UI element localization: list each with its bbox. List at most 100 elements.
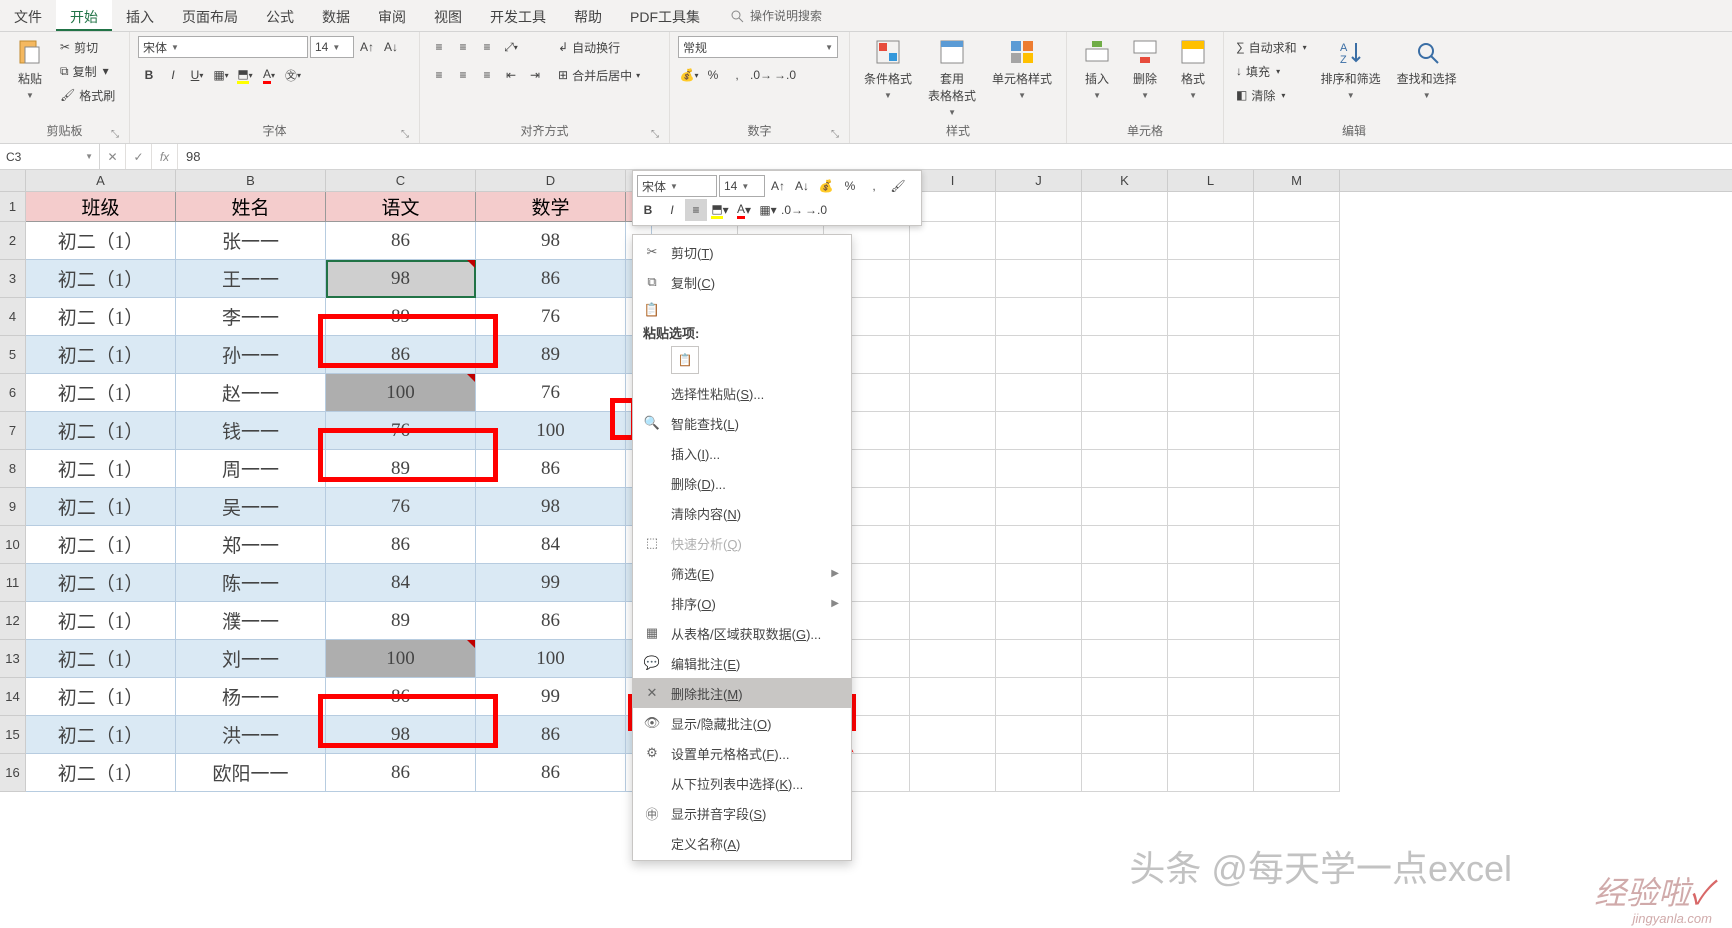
cell-style-button[interactable]: 单元格样式▼ bbox=[986, 36, 1058, 102]
table-cell[interactable]: 86 bbox=[326, 754, 476, 792]
orientation-icon[interactable]: ⤢▾ bbox=[500, 36, 522, 58]
table-cell[interactable]: 86 bbox=[476, 754, 626, 792]
align-left-icon[interactable]: ≡ bbox=[428, 64, 450, 86]
tab-开始[interactable]: 开始 bbox=[56, 0, 112, 31]
align-center-icon[interactable]: ≡ bbox=[452, 64, 474, 86]
mini-inc-dec-icon[interactable]: .0→ bbox=[781, 199, 803, 221]
table-cell[interactable]: 89 bbox=[326, 298, 476, 336]
table-cell[interactable]: 76 bbox=[326, 412, 476, 450]
table-cell[interactable]: 89 bbox=[476, 336, 626, 374]
tab-文件[interactable]: 文件 bbox=[0, 0, 56, 31]
mini-font-select[interactable]: 宋体▼ bbox=[637, 175, 717, 197]
table-cell[interactable]: 86 bbox=[476, 450, 626, 488]
table-cell[interactable]: 初二（1） bbox=[26, 260, 176, 298]
align-right-icon[interactable]: ≡ bbox=[476, 64, 498, 86]
ctx-item[interactable]: ✂剪切(T) bbox=[633, 237, 851, 267]
mini-size-select[interactable]: 14▼ bbox=[719, 175, 765, 197]
table-cell[interactable]: 孙一一 bbox=[176, 336, 326, 374]
row-header[interactable]: 10 bbox=[0, 526, 26, 564]
table-cell[interactable]: 99 bbox=[476, 564, 626, 602]
mini-percent-icon[interactable]: % bbox=[839, 175, 861, 197]
ctx-item[interactable]: 👁显示/隐藏批注(O) bbox=[633, 708, 851, 738]
clipboard-launcher[interactable]: ⤡ bbox=[111, 129, 119, 140]
table-cell[interactable]: 89 bbox=[326, 450, 476, 488]
table-cell[interactable]: 初二（1） bbox=[26, 754, 176, 792]
comma-icon[interactable]: , bbox=[726, 64, 748, 86]
table-cell[interactable]: 初二（1） bbox=[26, 336, 176, 374]
tab-帮助[interactable]: 帮助 bbox=[560, 0, 616, 31]
table-header[interactable]: 姓名 bbox=[176, 192, 326, 222]
increase-decimal-icon[interactable]: .0→ bbox=[750, 64, 772, 86]
ctx-item[interactable]: ㊥显示拼音字段(S) bbox=[633, 798, 851, 828]
col-header-J[interactable]: J bbox=[996, 170, 1082, 191]
currency-icon[interactable]: 💰▾ bbox=[678, 64, 700, 86]
table-cell[interactable]: 杨一一 bbox=[176, 678, 326, 716]
fx-icon[interactable]: fx bbox=[152, 144, 178, 169]
merge-center-button[interactable]: ⊞合并后居中▾ bbox=[554, 64, 644, 86]
table-cell[interactable]: 86 bbox=[476, 260, 626, 298]
table-cell[interactable]: 初二（1） bbox=[26, 450, 176, 488]
table-cell[interactable]: 初二（1） bbox=[26, 488, 176, 526]
table-cell[interactable]: 初二（1） bbox=[26, 678, 176, 716]
decrease-font-icon[interactable]: A↓ bbox=[380, 36, 402, 58]
table-cell[interactable]: 初二（1） bbox=[26, 222, 176, 260]
decrease-decimal-icon[interactable]: →.0 bbox=[774, 64, 796, 86]
underline-button[interactable]: U▾ bbox=[186, 64, 208, 86]
font-launcher[interactable]: ⤡ bbox=[401, 129, 409, 140]
bold-button[interactable]: B bbox=[138, 64, 160, 86]
table-cell[interactable]: 濮一一 bbox=[176, 602, 326, 640]
mini-currency-icon[interactable]: 💰 bbox=[815, 175, 837, 197]
format-painter-button[interactable]: 🖌格式刷 bbox=[56, 84, 119, 106]
mini-brush-icon[interactable]: 🖌 bbox=[887, 175, 909, 197]
col-header-A[interactable]: A bbox=[26, 170, 176, 191]
table-header[interactable]: 班级 bbox=[26, 192, 176, 222]
tell-me-search[interactable]: 操作说明搜索 bbox=[730, 0, 822, 31]
tab-视图[interactable]: 视图 bbox=[420, 0, 476, 31]
ctx-item[interactable]: 从下拉列表中选择(K)... bbox=[633, 768, 851, 798]
table-cell[interactable]: 赵一一 bbox=[176, 374, 326, 412]
table-cell[interactable]: 周一一 bbox=[176, 450, 326, 488]
table-cell[interactable]: 86 bbox=[326, 336, 476, 374]
table-header[interactable]: 语文 bbox=[326, 192, 476, 222]
table-cell[interactable]: 李一一 bbox=[176, 298, 326, 336]
tab-插入[interactable]: 插入 bbox=[112, 0, 168, 31]
mini-font-color-icon[interactable]: A▾ bbox=[733, 199, 755, 221]
ctx-item[interactable]: ⧉复制(C) bbox=[633, 267, 851, 297]
table-header[interactable]: 数学 bbox=[476, 192, 626, 222]
table-cell[interactable]: 初二（1） bbox=[26, 716, 176, 754]
align-top-icon[interactable]: ≡ bbox=[428, 36, 450, 58]
ctx-item[interactable]: 插入(I)... bbox=[633, 438, 851, 468]
row-header[interactable]: 3 bbox=[0, 260, 26, 298]
table-cell[interactable]: 初二（1） bbox=[26, 298, 176, 336]
ctx-item[interactable]: 排序(O)▶ bbox=[633, 588, 851, 618]
ctx-item[interactable]: 筛选(E)▶ bbox=[633, 558, 851, 588]
ctx-item[interactable]: ⚙设置单元格格式(F)... bbox=[633, 738, 851, 768]
table-cell[interactable]: 98 bbox=[476, 222, 626, 260]
table-format-button[interactable]: 套用 表格格式▼ bbox=[922, 36, 982, 119]
tab-PDF工具集[interactable]: PDF工具集 bbox=[616, 0, 714, 31]
wrap-text-button[interactable]: ↲自动换行 bbox=[554, 36, 644, 58]
formula-input[interactable]: 98 bbox=[178, 149, 1732, 164]
ctx-item[interactable]: 清除内容(N) bbox=[633, 498, 851, 528]
table-cell[interactable]: 100 bbox=[476, 640, 626, 678]
table-cell[interactable]: 86 bbox=[326, 222, 476, 260]
ctx-item[interactable]: 🔍智能查找(L) bbox=[633, 408, 851, 438]
tab-数据[interactable]: 数据 bbox=[308, 0, 364, 31]
mini-border-icon[interactable]: ▦▾ bbox=[757, 199, 779, 221]
copy-button[interactable]: ⧉复制▾ bbox=[56, 60, 119, 82]
table-cell[interactable]: 76 bbox=[326, 488, 476, 526]
table-cell[interactable]: 76 bbox=[476, 298, 626, 336]
fill-color-button[interactable]: ⬒▾ bbox=[234, 64, 256, 86]
table-cell[interactable]: 刘一一 bbox=[176, 640, 326, 678]
row-header[interactable]: 14 bbox=[0, 678, 26, 716]
border-button[interactable]: ▦▾ bbox=[210, 64, 232, 86]
table-cell[interactable]: 99 bbox=[476, 678, 626, 716]
table-cell[interactable]: 98 bbox=[326, 716, 476, 754]
row-header[interactable]: 11 bbox=[0, 564, 26, 602]
mini-center-icon[interactable]: ≡ bbox=[685, 199, 707, 221]
table-cell[interactable]: 郑一一 bbox=[176, 526, 326, 564]
mini-fill-icon[interactable]: ⬒▾ bbox=[709, 199, 731, 221]
table-cell[interactable]: 84 bbox=[476, 526, 626, 564]
table-cell[interactable]: 欧阳一一 bbox=[176, 754, 326, 792]
ctx-item[interactable]: ✕删除批注(M) bbox=[633, 678, 851, 708]
